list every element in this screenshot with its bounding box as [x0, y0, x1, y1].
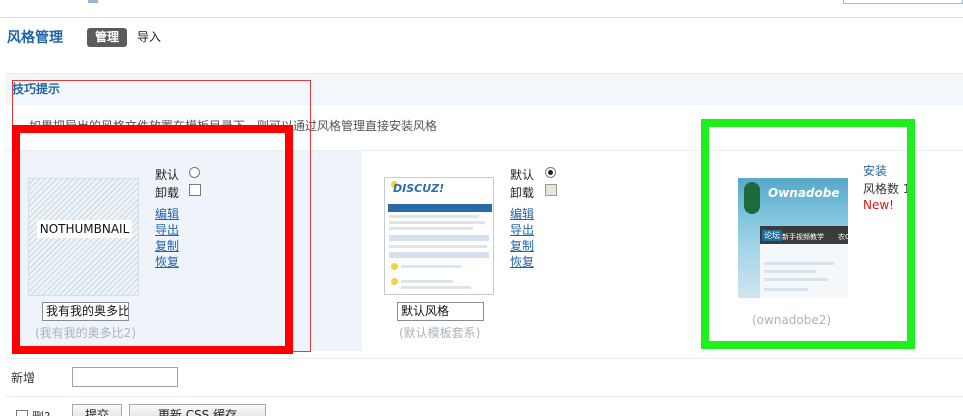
thumb-section-bar	[389, 252, 489, 258]
default-label: 默认	[510, 168, 535, 182]
page-title: 风格管理	[7, 30, 63, 46]
discuz-logo: DISCUZ!	[393, 182, 445, 195]
uninstall-label: 卸载	[510, 186, 535, 200]
add-style-input[interactable]	[72, 367, 178, 387]
style-thumbnail: DISCUZ!	[384, 177, 494, 295]
thumb-row	[389, 227, 473, 230]
submit-button[interactable]: 提交	[72, 404, 122, 416]
thumb-row	[389, 245, 487, 248]
style-caption: (默认模板套系)	[399, 326, 481, 340]
restore-link[interactable]: 恢复	[510, 253, 534, 270]
thumb-nav	[388, 204, 492, 212]
tab-import[interactable]: 导入	[137, 29, 161, 46]
uninstall-checkbox	[545, 184, 557, 196]
tab-manage[interactable]: 管理	[87, 28, 127, 47]
thumb-row	[389, 221, 485, 224]
thumb-row	[401, 286, 471, 289]
divider	[5, 396, 963, 397]
divider	[5, 358, 963, 359]
update-css-cache-button[interactable]: 更新 CSS 缓存	[129, 404, 266, 416]
top-search-input[interactable]	[843, 0, 963, 4]
default-radio[interactable]	[545, 167, 556, 178]
style-name-input[interactable]: 默认风格	[397, 302, 484, 321]
edit-link[interactable]: 编辑	[510, 205, 534, 222]
add-label: 新增	[11, 371, 36, 385]
top-strip	[0, 0, 963, 18]
thumb-row	[401, 265, 461, 268]
thumb-row	[401, 280, 453, 283]
copy-link[interactable]: 复制	[510, 237, 534, 254]
annotation-highlight-red	[12, 125, 293, 354]
top-nav-fragment	[88, 0, 98, 3]
delete-label: 删?	[32, 408, 50, 416]
thumb-searchbar	[389, 235, 489, 241]
delete-checkbox[interactable]	[16, 410, 28, 416]
export-link[interactable]: 导出	[510, 221, 534, 238]
forum-icon	[391, 263, 398, 270]
forum-icon	[391, 278, 398, 285]
thumb-row	[389, 215, 479, 218]
annotation-highlight-green	[701, 119, 915, 349]
